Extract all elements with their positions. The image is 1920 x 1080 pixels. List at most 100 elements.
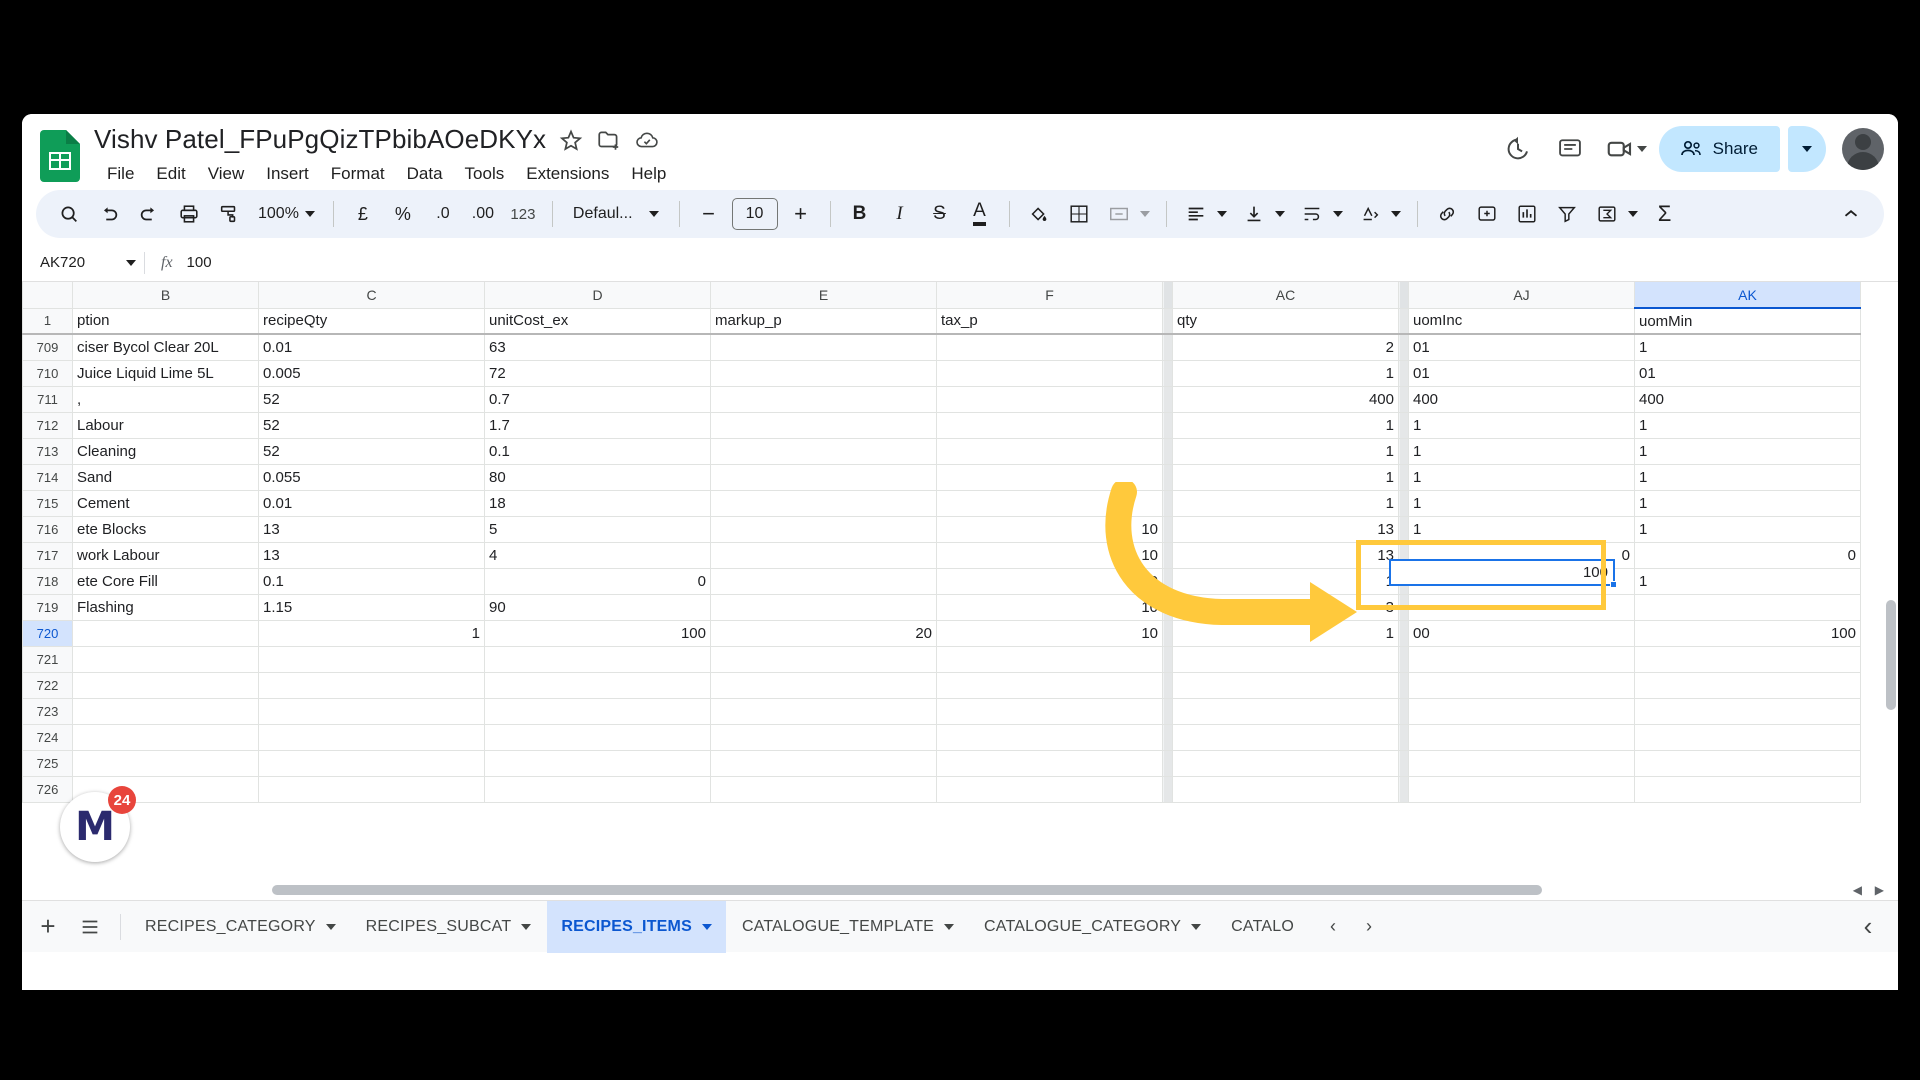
menu-item-view[interactable]: View bbox=[197, 160, 256, 188]
cell-B725[interactable] bbox=[72, 749, 259, 777]
chevron-down-icon[interactable] bbox=[521, 923, 532, 930]
hidden-column-marker[interactable] bbox=[1162, 282, 1173, 309]
more-formats-button[interactable]: 123 bbox=[504, 195, 542, 233]
text-rotation-icon[interactable] bbox=[1351, 195, 1389, 233]
cell-AK719[interactable] bbox=[1634, 593, 1861, 621]
row-header-715[interactable]: 715 bbox=[22, 489, 73, 517]
row-header-725[interactable]: 725 bbox=[22, 749, 73, 777]
bold-button[interactable]: B bbox=[841, 195, 879, 233]
cell-E717[interactable] bbox=[710, 541, 937, 569]
cell-B723[interactable] bbox=[72, 697, 259, 725]
row-header-710[interactable]: 710 bbox=[22, 359, 73, 387]
cell-AC717[interactable]: 13 bbox=[1172, 541, 1399, 569]
cell-E716[interactable] bbox=[710, 515, 937, 543]
cell-AC721[interactable] bbox=[1172, 645, 1399, 673]
cell-C713[interactable]: 52 bbox=[258, 437, 485, 465]
cell-AC709[interactable]: 2 bbox=[1172, 333, 1399, 361]
cell-AK715[interactable]: 1 bbox=[1634, 489, 1861, 517]
cell-AJ722[interactable] bbox=[1408, 671, 1635, 699]
row-header-712[interactable]: 712 bbox=[22, 411, 73, 439]
font-size-decrease-button[interactable]: − bbox=[690, 195, 728, 233]
strikethrough-button[interactable]: S bbox=[921, 195, 959, 233]
cell-C710[interactable]: 0.005 bbox=[258, 359, 485, 387]
cell-AK724[interactable] bbox=[1634, 723, 1861, 751]
borders-icon[interactable] bbox=[1060, 195, 1098, 233]
filter-icon[interactable] bbox=[1548, 195, 1586, 233]
cell-AK720[interactable]: 100 bbox=[1634, 619, 1861, 647]
cell-D720[interactable]: 100 bbox=[484, 619, 711, 647]
cell-D717[interactable]: 4 bbox=[484, 541, 711, 569]
cell-AJ723[interactable] bbox=[1408, 697, 1635, 725]
cell-D719[interactable]: 90 bbox=[484, 593, 711, 621]
cell-AK723[interactable] bbox=[1634, 697, 1861, 725]
cell-F710[interactable] bbox=[936, 359, 1163, 387]
hidden-column-marker[interactable] bbox=[1398, 282, 1409, 309]
cell-AC725[interactable] bbox=[1172, 749, 1399, 777]
sheet-tab-catalogue-template[interactable]: CATALOGUE_TEMPLATE bbox=[728, 901, 968, 953]
column-header-C[interactable]: C bbox=[258, 282, 485, 309]
column-header-E[interactable]: E bbox=[710, 282, 937, 309]
cell-AC720[interactable]: 1 bbox=[1172, 619, 1399, 647]
cell-C724[interactable] bbox=[258, 723, 485, 751]
italic-button[interactable]: I bbox=[881, 195, 919, 233]
cell-AC710[interactable]: 1 bbox=[1172, 359, 1399, 387]
sheet-tab-catalogue-category[interactable]: CATALOGUE_CATEGORY bbox=[970, 901, 1215, 953]
row-header-719[interactable]: 719 bbox=[22, 593, 73, 621]
menu-item-data[interactable]: Data bbox=[396, 160, 454, 188]
cloud-saved-icon[interactable] bbox=[634, 127, 660, 153]
column-header-F[interactable]: F bbox=[936, 282, 1163, 309]
cell-C720[interactable]: 1 bbox=[258, 619, 485, 647]
cell-AJ720[interactable]: 00 bbox=[1408, 619, 1635, 647]
sheet-next-button[interactable]: › bbox=[1352, 910, 1386, 944]
cell-D725[interactable] bbox=[484, 749, 711, 777]
font-family-selector[interactable]: Defaul... bbox=[563, 195, 669, 233]
chevron-down-icon[interactable] bbox=[1332, 211, 1343, 217]
cell-AJ715[interactable]: 1 bbox=[1408, 489, 1635, 517]
paint-format-icon[interactable] bbox=[210, 195, 248, 233]
cell-AK722[interactable] bbox=[1634, 671, 1861, 699]
cell-F726[interactable] bbox=[936, 775, 1163, 803]
cell-F718[interactable]: 10 bbox=[936, 567, 1163, 595]
cell-AJ714[interactable]: 1 bbox=[1408, 463, 1635, 491]
cell-E726[interactable] bbox=[710, 775, 937, 803]
avatar[interactable] bbox=[1842, 128, 1884, 170]
currency-format-button[interactable]: £ bbox=[344, 195, 382, 233]
column-header-B[interactable]: B bbox=[72, 282, 259, 309]
cell-F712[interactable] bbox=[936, 411, 1163, 439]
chevron-down-icon[interactable] bbox=[1390, 211, 1401, 217]
cell-E722[interactable] bbox=[710, 671, 937, 699]
cell-C718[interactable]: 0.1 bbox=[258, 567, 485, 595]
functions-icon[interactable] bbox=[1588, 195, 1626, 233]
cell-B722[interactable] bbox=[72, 671, 259, 699]
sheet-prev-button[interactable]: ‹ bbox=[1316, 910, 1350, 944]
row-header-722[interactable]: 722 bbox=[22, 671, 73, 699]
select-all-corner[interactable] bbox=[22, 282, 73, 309]
decrease-decimal-button[interactable]: .0 bbox=[424, 195, 462, 233]
cell-AJ1[interactable]: uomInc bbox=[1408, 307, 1635, 335]
chevron-down-icon[interactable] bbox=[1274, 211, 1285, 217]
scroll-right-icon[interactable]: ▶ bbox=[1875, 883, 1884, 897]
row-header-723[interactable]: 723 bbox=[22, 697, 73, 725]
cell-D723[interactable] bbox=[484, 697, 711, 725]
cell-AC712[interactable]: 1 bbox=[1172, 411, 1399, 439]
cell-AK726[interactable] bbox=[1634, 775, 1861, 803]
row-header-713[interactable]: 713 bbox=[22, 437, 73, 465]
cell-D721[interactable] bbox=[484, 645, 711, 673]
page-title[interactable]: Vishv Patel_FPuPgQizTPbibAOeDKYx bbox=[94, 124, 546, 155]
cell-AK725[interactable] bbox=[1634, 749, 1861, 777]
cell-E723[interactable] bbox=[710, 697, 937, 725]
row-header-716[interactable]: 716 bbox=[22, 515, 73, 543]
cell-C725[interactable] bbox=[258, 749, 485, 777]
cell-E714[interactable] bbox=[710, 463, 937, 491]
row-header-714[interactable]: 714 bbox=[22, 463, 73, 491]
cell-C726[interactable] bbox=[258, 775, 485, 803]
cell-B715[interactable]: Cement bbox=[72, 489, 259, 517]
cell-AJ719[interactable] bbox=[1408, 593, 1635, 621]
text-wrap-icon[interactable] bbox=[1293, 195, 1331, 233]
merge-cells-icon[interactable] bbox=[1100, 195, 1138, 233]
cell-AJ710[interactable]: 01 bbox=[1408, 359, 1635, 387]
cell-F714[interactable] bbox=[936, 463, 1163, 491]
cell-E725[interactable] bbox=[710, 749, 937, 777]
insert-chart-icon[interactable] bbox=[1508, 195, 1546, 233]
cell-C719[interactable]: 1.15 bbox=[258, 593, 485, 621]
